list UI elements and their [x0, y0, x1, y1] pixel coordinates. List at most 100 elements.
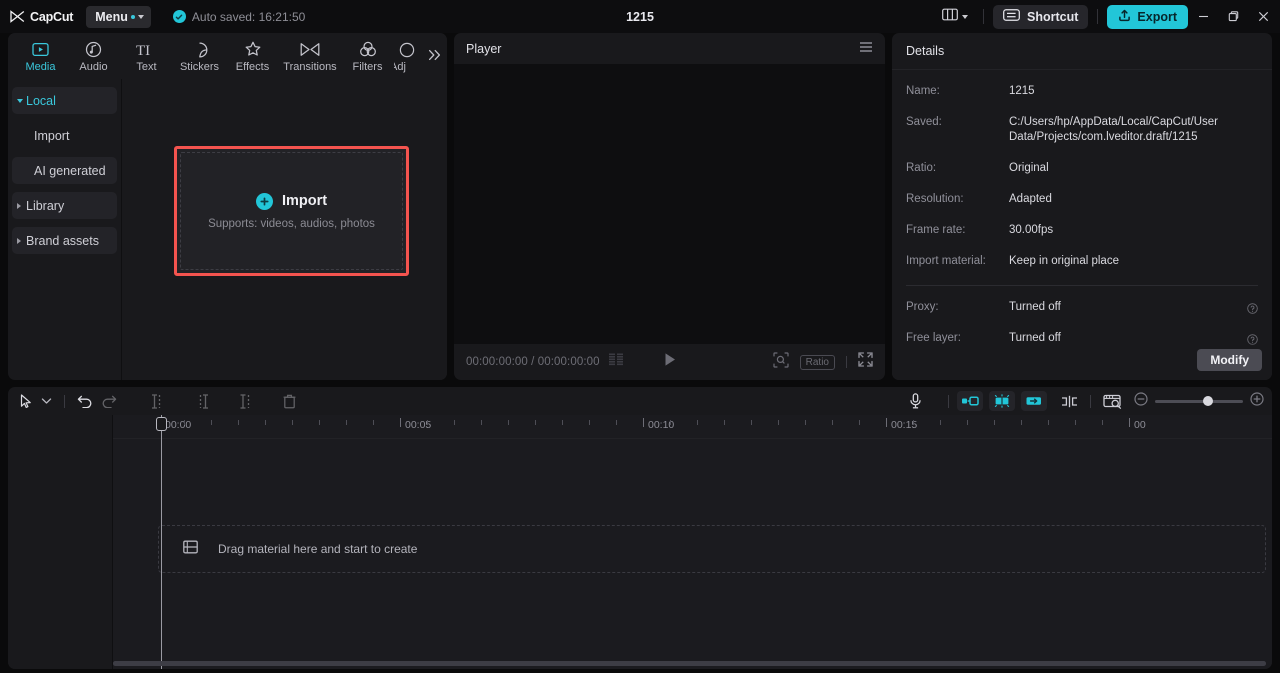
keyframe-prev-icon [962, 396, 979, 406]
close-icon [1258, 11, 1268, 22]
titlebar-right-controls: Shortcut Export [936, 0, 1280, 33]
split-button[interactable] [235, 390, 257, 412]
check-circle-icon [172, 10, 186, 23]
close-button[interactable] [1248, 0, 1278, 33]
maximize-button[interactable] [1218, 0, 1248, 33]
divider [846, 356, 847, 368]
play-button[interactable] [663, 352, 677, 372]
keyframe-add-button[interactable] [989, 391, 1015, 411]
divider [64, 394, 65, 408]
details-value: Turned off [1009, 332, 1061, 344]
timeline-toolbar [8, 387, 1272, 415]
effects-sparkle-icon [244, 40, 262, 59]
modify-button[interactable]: Modify [1197, 349, 1262, 371]
sidebar-item-local[interactable]: Local [12, 87, 117, 114]
cursor-tool-button[interactable] [16, 390, 37, 412]
fullscreen-icon [858, 352, 873, 367]
sidebar-item-label: Local [26, 93, 56, 108]
divider [983, 9, 985, 24]
details-value: Keep in original place [1009, 255, 1119, 267]
divider [1090, 394, 1091, 408]
details-row: Name: 1215 [906, 84, 1258, 99]
tab-filters[interactable]: Filters [341, 37, 394, 73]
tab-media[interactable]: Media [14, 37, 67, 73]
keyframe-prev-button[interactable] [957, 391, 983, 411]
menu-button[interactable]: Menu [86, 5, 151, 28]
microphone-button[interactable] [905, 390, 926, 412]
menu-notification-dot [130, 14, 135, 19]
zoom-in-button[interactable] [1250, 391, 1264, 411]
play-icon [665, 353, 675, 366]
timeline-tracks-area[interactable]: 00:00 00:05 00:10 00:15 00 Drag material… [113, 415, 1272, 669]
ratio-button[interactable]: Ratio [799, 354, 835, 370]
import-label: Import [281, 193, 328, 209]
title-bar: CapCut Menu Auto saved: 16:21:50 1215 Sh… [0, 0, 1280, 33]
tab-label: Text [136, 61, 157, 73]
transitions-bowtie-icon [300, 40, 320, 59]
import-dropzone[interactable]: Import Supports: videos, audios, photos [174, 146, 409, 276]
undo-button[interactable] [73, 390, 97, 412]
question-circle-icon[interactable] [1247, 332, 1258, 350]
timeline-zoom-slider[interactable] [1134, 391, 1264, 411]
sidebar-item-ai-generated[interactable]: AI generated [12, 157, 117, 184]
zoom-slider-thumb[interactable] [1203, 396, 1213, 406]
trim-end-button[interactable] [191, 390, 213, 412]
timeline-dropzone[interactable]: Drag material here and start to create [158, 525, 1266, 573]
tab-audio[interactable]: Audio [67, 37, 120, 73]
timeline-playhead[interactable] [156, 415, 167, 669]
fullscreen-button[interactable] [858, 352, 873, 372]
playhead-handle[interactable] [156, 417, 167, 431]
details-row: Ratio: Original [906, 161, 1258, 176]
audio-note-icon [85, 40, 102, 59]
media-sidebar: Local Import AI generated Library Brand … [8, 79, 121, 380]
media-play-icon [32, 40, 49, 59]
trim-start-button[interactable] [147, 390, 169, 412]
zoom-out-button[interactable] [1134, 391, 1148, 411]
keyboard-icon [1003, 9, 1020, 24]
zoom-select-button[interactable] [773, 351, 789, 373]
tab-adjust[interactable]: Adj [394, 37, 420, 73]
frames-button[interactable] [608, 353, 624, 371]
mirror-split-button[interactable] [1057, 390, 1082, 412]
import-dropzone-inner: Import Supports: videos, audios, photos [180, 152, 403, 270]
question-circle-icon[interactable] [1247, 301, 1258, 319]
redo-icon [102, 395, 117, 408]
cursor-tool-dropdown[interactable] [37, 390, 56, 412]
sidebar-item-brand-assets[interactable]: Brand assets [12, 227, 117, 254]
sidebar-item-label: Library [26, 198, 65, 213]
timeline-ruler[interactable]: 00:00 00:05 00:10 00:15 00 [113, 415, 1272, 439]
filters-circles-icon [359, 40, 377, 59]
details-label: Proxy: [906, 301, 939, 313]
tab-text[interactable]: TI Text [120, 37, 173, 74]
divider [948, 394, 949, 408]
details-label: Import material: [906, 255, 986, 267]
sidebar-item-import[interactable]: Import [12, 122, 117, 149]
shortcut-button[interactable]: Shortcut [993, 4, 1089, 29]
timeline-horizontal-scrollbar[interactable] [113, 661, 1266, 666]
player-stage[interactable] [454, 64, 885, 344]
tab-transitions[interactable]: Transitions [279, 37, 341, 73]
sidebar-item-label: AI generated [34, 163, 106, 178]
layout-button[interactable] [936, 5, 974, 29]
expand-tabs-button[interactable] [425, 45, 445, 65]
plus-circle-icon [255, 192, 273, 210]
tab-effects[interactable]: Effects [226, 37, 279, 73]
modify-button-wrap: Modify [1197, 349, 1262, 371]
divider [1097, 9, 1099, 24]
crop-preview-button[interactable] [1099, 390, 1126, 412]
import-action[interactable]: Import [255, 192, 328, 210]
zoom-slider-track[interactable] [1155, 396, 1243, 406]
redo-button[interactable] [97, 390, 121, 412]
panel-tab-bar: Media Audio TI Text Stickers Effects Tra… [8, 33, 447, 79]
details-value: 30.00fps [1009, 224, 1054, 236]
export-button[interactable]: Export [1107, 4, 1188, 29]
player-menu-button[interactable] [859, 40, 873, 58]
details-value: C:/Users/hp/AppData/Local/CapCut/User Da… [1009, 116, 1219, 143]
tab-stickers[interactable]: Stickers [173, 37, 226, 73]
arrow-down-icon [17, 98, 23, 103]
sidebar-item-library[interactable]: Library [12, 192, 117, 219]
minimize-button[interactable] [1188, 0, 1218, 33]
delete-button[interactable] [279, 390, 300, 412]
keyframe-next-button[interactable] [1021, 391, 1047, 411]
undo-icon [77, 395, 92, 408]
